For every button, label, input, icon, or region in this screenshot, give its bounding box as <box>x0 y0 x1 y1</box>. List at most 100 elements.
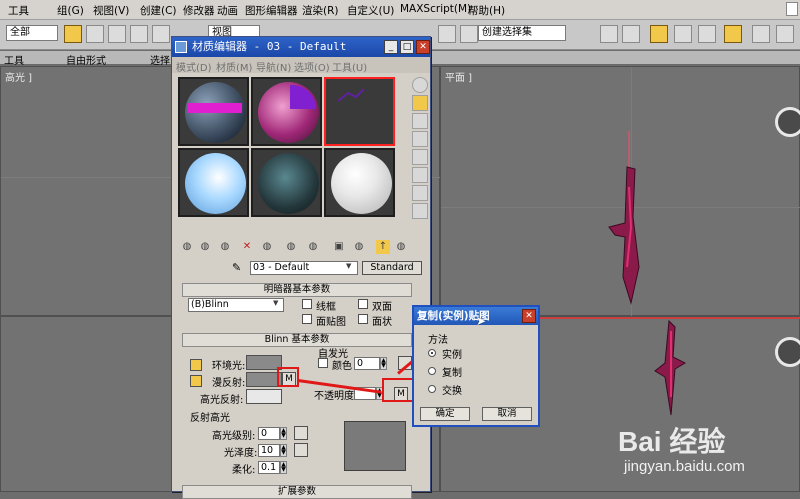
go-forward-sibling-icon[interactable]: ◍ <box>394 240 408 254</box>
material-name-field[interactable]: 03 - Default <box>250 261 358 275</box>
ok-button[interactable]: 确定 <box>420 407 470 421</box>
specular-level-map-button[interactable] <box>294 426 308 440</box>
select-by-name-icon[interactable] <box>86 25 104 43</box>
viewcube-ring-icon[interactable] <box>775 337 800 367</box>
menu-utilities[interactable]: 工具(U) <box>332 59 367 74</box>
chevron-down-icon[interactable]: ▼ <box>273 299 283 310</box>
render-setup-icon[interactable] <box>752 25 770 43</box>
selection-filter-dropdown[interactable]: 全部 <box>6 25 58 41</box>
schematic-view-icon[interactable] <box>698 25 716 43</box>
soften-input[interactable]: 0.1 <box>258 461 280 474</box>
copy-radio[interactable] <box>428 367 436 375</box>
menu-rendering[interactable]: 渲染(R) <box>302 3 339 18</box>
menu-tools[interactable]: 工具 <box>8 3 29 18</box>
material-slot-3-selected[interactable] <box>324 77 395 146</box>
viewport-label[interactable]: 高光 ] <box>5 69 32 84</box>
render-frame-icon[interactable] <box>776 25 794 43</box>
make-preview-icon[interactable] <box>412 167 428 183</box>
glossiness-input[interactable]: 10 <box>258 444 280 457</box>
curve-editor-icon[interactable] <box>674 25 692 43</box>
video-color-check-icon[interactable] <box>412 149 428 165</box>
menu-group[interactable]: 组(G) <box>57 3 84 18</box>
put-to-scene-icon[interactable]: ◍ <box>198 240 212 254</box>
lock-ambient-icon[interactable] <box>190 359 202 371</box>
angle-snap-icon[interactable] <box>460 25 478 43</box>
material-slot-1[interactable] <box>178 77 249 146</box>
spinner-arrows-icon[interactable]: ▲▼ <box>280 461 287 474</box>
material-slot-5[interactable] <box>251 148 322 217</box>
make-unique-icon[interactable]: ◍ <box>260 240 274 254</box>
layer-manager-icon[interactable] <box>650 25 668 43</box>
viewport-top-right[interactable]: 平面 ] <box>440 66 800 317</box>
show-map-icon[interactable]: ▣ <box>332 240 346 254</box>
snap-toggle-icon[interactable] <box>438 25 456 43</box>
minimize-icon[interactable]: _ <box>384 40 398 54</box>
ribbon-tab-selection[interactable]: 选择 <box>150 52 170 67</box>
backlight-icon[interactable] <box>412 95 428 111</box>
menu-help[interactable]: 帮助(H) <box>468 3 505 18</box>
show-end-result-icon[interactable]: ◍ <box>352 240 366 254</box>
material-slot-6[interactable] <box>324 148 395 217</box>
sword-model[interactable] <box>601 127 661 307</box>
chevron-down-icon[interactable]: ▼ <box>346 262 356 273</box>
menu-modifiers[interactable]: 修改器 <box>183 3 215 18</box>
spinner-arrows-icon[interactable]: ▲▼ <box>280 427 287 440</box>
move-icon[interactable] <box>152 25 170 43</box>
viewcube-ring-icon[interactable] <box>775 107 800 137</box>
select-object-icon[interactable] <box>64 25 82 43</box>
options-icon[interactable] <box>412 185 428 201</box>
wire-checkbox[interactable] <box>302 299 312 309</box>
reset-map-icon[interactable]: ✕ <box>240 240 254 254</box>
window-crossing-icon[interactable] <box>130 25 148 43</box>
sample-type-icon[interactable] <box>412 77 428 93</box>
go-to-parent-icon[interactable]: ↑ <box>376 240 390 254</box>
menu-view[interactable]: 视图(V) <box>93 3 129 18</box>
get-material-icon[interactable]: ◍ <box>180 240 194 254</box>
ribbon-tab-tools[interactable]: 工具 <box>4 52 24 67</box>
eyedropper-icon[interactable]: ✎ <box>232 261 244 274</box>
sample-uv-tiling-icon[interactable] <box>412 131 428 147</box>
two-sided-checkbox[interactable] <box>358 299 368 309</box>
menu-graph-editors[interactable]: 图形编辑器 <box>245 3 298 18</box>
align-icon[interactable] <box>622 25 640 43</box>
lock-diffuse-icon[interactable] <box>190 375 202 387</box>
cancel-button[interactable]: 取消 <box>482 407 532 421</box>
sword-model-persp[interactable] <box>641 317 701 417</box>
spinner-arrows-icon[interactable]: ▲▼ <box>280 444 287 457</box>
material-editor-icon[interactable] <box>724 25 742 43</box>
spinner-arrows-icon[interactable]: ▲▼ <box>380 357 387 370</box>
specular-color-swatch[interactable] <box>246 389 282 404</box>
rect-selection-icon[interactable] <box>108 25 126 43</box>
mirror-icon[interactable] <box>600 25 618 43</box>
assign-to-selection-icon[interactable]: ◍ <box>218 240 232 254</box>
menu-navigation[interactable]: 导航(N) <box>256 59 291 74</box>
shader-rollout-header[interactable]: 明暗器基本参数 <box>182 283 412 297</box>
menu-material[interactable]: 材质(M) <box>216 59 252 74</box>
menu-maxscript[interactable]: MAXScript(M) <box>400 3 471 15</box>
put-to-library-icon[interactable]: ◍ <box>284 240 298 254</box>
material-slot-4[interactable] <box>178 148 249 217</box>
close-icon[interactable]: ✕ <box>416 40 430 54</box>
maximize-icon[interactable]: □ <box>400 40 414 54</box>
face-map-checkbox[interactable] <box>302 314 312 324</box>
menu-customize[interactable]: 自定义(U) <box>347 3 394 18</box>
menu-animation[interactable]: 动画 <box>217 3 238 18</box>
extended-params-rollout-header[interactable]: 扩展参数 <box>182 485 412 499</box>
self-illum-value-input[interactable]: 0 <box>354 357 380 370</box>
specular-level-input[interactable]: 0 <box>258 427 280 440</box>
background-icon[interactable] <box>412 113 428 129</box>
material-id-icon[interactable]: ◍ <box>306 240 320 254</box>
material-type-button[interactable]: Standard <box>362 261 422 275</box>
material-slot-2[interactable] <box>251 77 322 146</box>
instance-radio[interactable] <box>428 349 436 357</box>
self-illum-color-checkbox[interactable] <box>318 358 328 368</box>
glossiness-map-button[interactable] <box>294 443 308 457</box>
faceted-checkbox[interactable] <box>358 314 368 324</box>
shader-type-dropdown[interactable]: (B)Blinn <box>188 298 284 312</box>
menu-mode[interactable]: 模式(D) <box>176 59 212 74</box>
menu-options[interactable]: 选项(O) <box>294 59 330 74</box>
ribbon-tab-freeform[interactable]: 自由形式 <box>66 52 106 67</box>
select-by-material-icon[interactable] <box>412 203 428 219</box>
swap-radio[interactable] <box>428 385 436 393</box>
menu-create[interactable]: 创建(C) <box>140 3 177 18</box>
